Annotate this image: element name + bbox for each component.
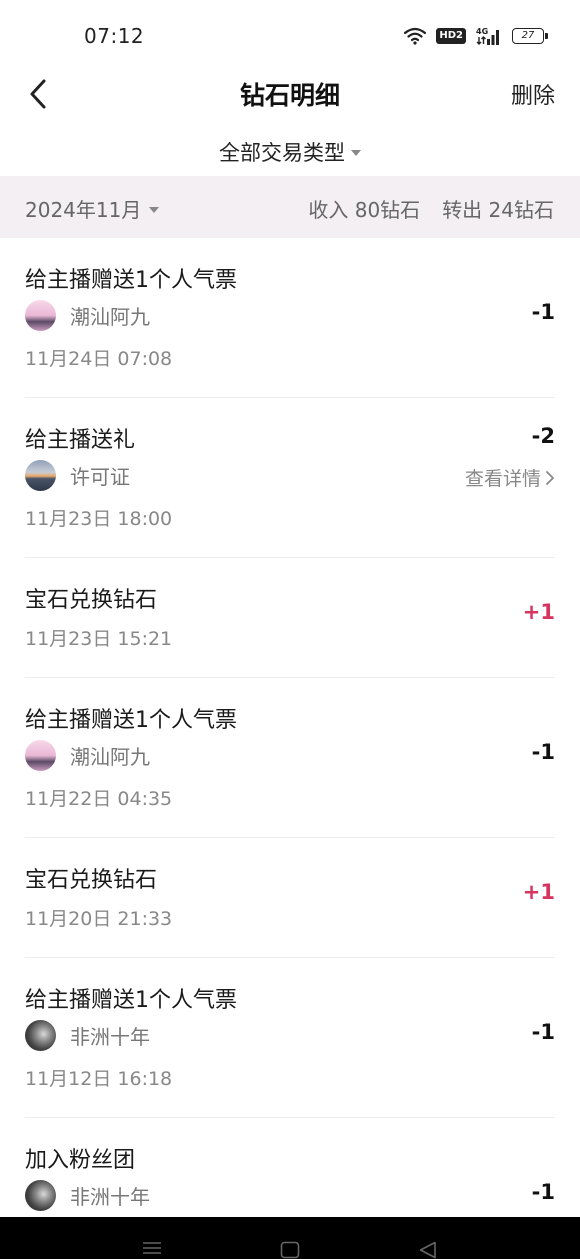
record-title: 给主播送礼 — [25, 428, 136, 453]
list-item[interactable]: 给主播赠送1个人气票 非洲十年 11月12日 16:18 -1 — [25, 958, 555, 1118]
summary-bar: 2024年11月 收入 80钻石 转出 24钻石 — [0, 176, 580, 238]
back-triangle-icon[interactable] — [418, 1241, 438, 1259]
list-item[interactable]: 宝石兑换钻石 11月20日 21:33 +1 — [25, 838, 555, 958]
user-name: 潮汕阿九 — [70, 305, 150, 329]
battery-level: 27 — [521, 30, 535, 41]
list-item[interactable]: 给主播赠送1个人气票 潮汕阿九 11月24日 07:08 -1 — [25, 238, 555, 398]
chevron-right-icon — [546, 470, 554, 485]
status-bar: 07:12 HD2 4G 27 — [0, 0, 580, 70]
record-date: 11月22日 04:35 — [25, 788, 173, 810]
user-name: 非洲十年 — [70, 1025, 150, 1049]
view-details-label: 查看详情 — [464, 468, 541, 490]
record-user: 许可证 — [25, 460, 130, 491]
record-title: 给主播赠送1个人气票 — [25, 268, 237, 293]
hd-badge: HD2 — [436, 28, 466, 44]
user-name: 许可证 — [70, 465, 130, 489]
avatar — [25, 300, 56, 331]
battery-icon: 27 — [512, 28, 548, 44]
filter-label: 全部交易类型 — [219, 141, 345, 165]
record-user: 潮汕阿九 — [25, 300, 150, 331]
nav-bar: 钻石明细 删除 — [0, 62, 580, 124]
record-title: 加入粉丝团 — [25, 1148, 136, 1173]
page-title: 钻石明细 — [239, 81, 340, 110]
record-amount: -1 — [531, 740, 555, 764]
record-date: 11月20日 21:33 — [25, 908, 173, 930]
record-title: 宝石兑换钻石 — [25, 868, 158, 893]
outgo-total: 转出 24钻石 — [442, 198, 554, 222]
list-item[interactable]: 宝石兑换钻石 11月23日 15:21 +1 — [25, 558, 555, 678]
record-amount: -2 — [531, 424, 555, 448]
status-time: 07:12 — [84, 24, 145, 48]
signal-icon: 4G — [476, 27, 499, 45]
summary-totals: 收入 80钻石 转出 24钻石 — [308, 194, 554, 223]
home-icon[interactable] — [280, 1241, 300, 1259]
record-amount: -1 — [531, 1020, 555, 1044]
month-selector[interactable]: 2024年11月 — [25, 194, 160, 223]
records-list: 给主播赠送1个人气票 潮汕阿九 11月24日 07:08 -1 给主播送礼 许可… — [25, 238, 555, 1259]
avatar — [25, 460, 56, 491]
record-user: 潮汕阿九 — [25, 740, 150, 771]
status-icons: HD2 4G 27 — [404, 24, 548, 48]
month-label: 2024年11月 — [25, 198, 142, 222]
record-amount: +1 — [522, 880, 555, 904]
user-name: 潮汕阿九 — [70, 745, 150, 769]
view-details-link[interactable]: 查看详情 — [465, 464, 555, 491]
wifi-icon — [404, 27, 427, 45]
system-nav-bar — [0, 1217, 580, 1259]
record-date: 11月23日 18:00 — [25, 508, 173, 530]
record-title: 给主播赠送1个人气票 — [25, 988, 237, 1013]
list-item[interactable]: 给主播送礼 许可证 11月23日 18:00 -2 查看详情 — [25, 398, 555, 558]
avatar — [25, 1020, 56, 1051]
delete-button[interactable]: 删除 — [511, 78, 555, 110]
record-date: 11月23日 15:21 — [25, 628, 173, 650]
record-title: 宝石兑换钻石 — [25, 588, 158, 613]
avatar — [25, 740, 56, 771]
income-total: 收入 80钻石 — [308, 198, 421, 222]
svg-text:4G: 4G — [476, 27, 488, 36]
record-user: 非洲十年 — [25, 1180, 150, 1211]
menu-icon[interactable] — [142, 1241, 162, 1255]
caret-down-icon — [149, 206, 160, 213]
user-name: 非洲十年 — [70, 1185, 150, 1209]
avatar — [25, 1180, 56, 1211]
record-user: 非洲十年 — [25, 1020, 150, 1051]
record-date: 11月24日 07:08 — [25, 348, 173, 370]
record-amount: -1 — [531, 1180, 555, 1204]
caret-down-icon — [351, 150, 361, 156]
record-amount: -1 — [531, 300, 555, 324]
transaction-type-filter[interactable]: 全部交易类型 — [0, 134, 580, 170]
record-title: 给主播赠送1个人气票 — [25, 708, 237, 733]
record-date: 11月12日 16:18 — [25, 1068, 173, 1090]
list-item[interactable]: 给主播赠送1个人气票 潮汕阿九 11月22日 04:35 -1 — [25, 678, 555, 838]
record-amount: +1 — [522, 600, 555, 624]
